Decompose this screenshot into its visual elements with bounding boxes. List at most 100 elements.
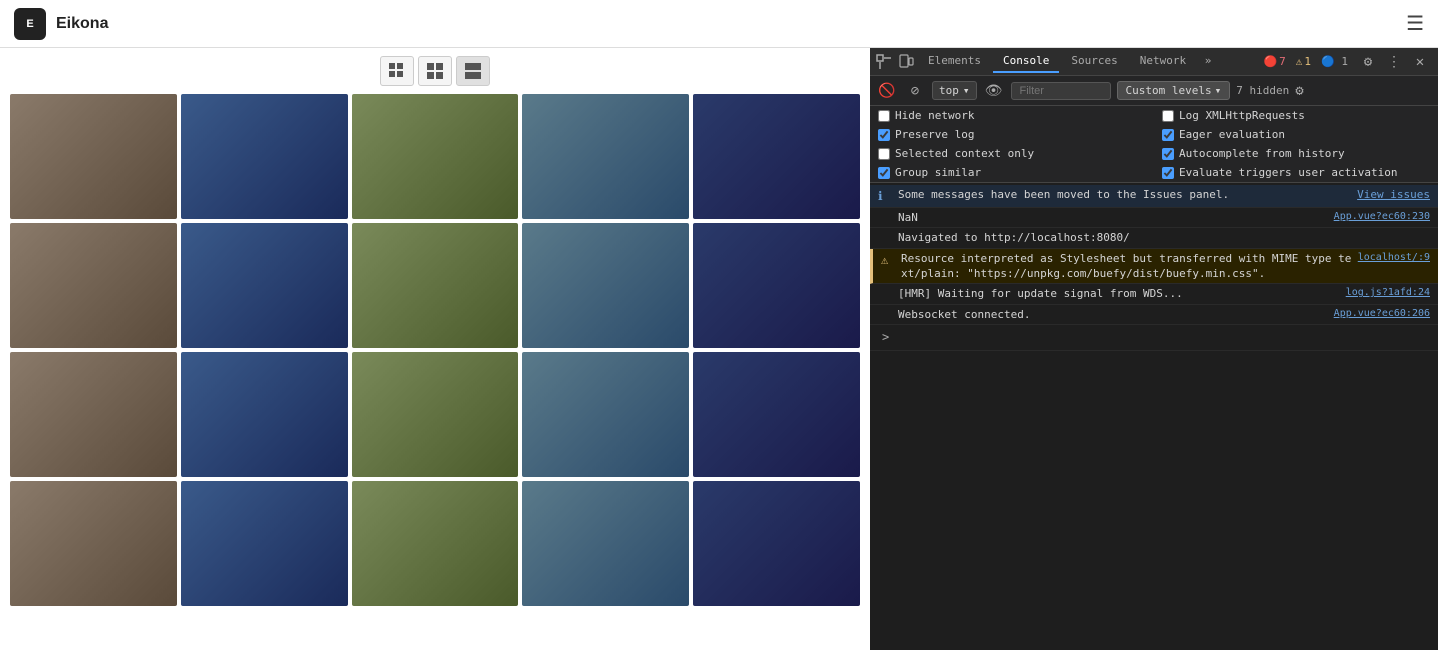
hamburger-button[interactable]: ☰ — [1406, 11, 1424, 36]
grid-small-button[interactable] — [380, 56, 414, 86]
ws-line-text: Websocket connected. — [898, 307, 1328, 322]
hmr-line-source[interactable]: log.js?1afd:24 — [1346, 286, 1430, 300]
photo-item[interactable] — [10, 352, 177, 477]
device-icon[interactable] — [896, 52, 916, 72]
log-xmlhttprequests-checkbox[interactable] — [1162, 110, 1174, 122]
info-badge[interactable]: 🔵 1 — [1317, 55, 1352, 68]
console-line-ws: Websocket connected. App.vue?ec60:206 — [870, 305, 1438, 325]
hide-network-checkbox[interactable] — [878, 110, 890, 122]
ws-line-source[interactable]: App.vue?ec60:206 — [1334, 307, 1430, 321]
clear-console-button[interactable]: 🚫 — [876, 80, 898, 102]
console-line-info: ℹ Some messages have been moved to the I… — [870, 185, 1438, 208]
filter-icon[interactable]: ⊘ — [904, 80, 926, 102]
console-line-nav: Navigated to http://localhost:8080/ — [870, 228, 1438, 248]
checkbox-preserve-log: Preserve log — [870, 125, 1154, 144]
photo-item[interactable] — [522, 481, 689, 606]
warn-icon: ⚠ — [1296, 55, 1303, 68]
app-logo: E — [14, 8, 46, 40]
photo-grid — [10, 94, 860, 606]
console-prompt-line: > — [870, 325, 1438, 351]
photo-item[interactable] — [10, 481, 177, 606]
photo-item[interactable] — [352, 94, 519, 219]
photo-item[interactable] — [522, 223, 689, 348]
warn-line-icon: ⚠ — [881, 252, 895, 269]
app-header: E Eikona ☰ — [0, 0, 1438, 48]
inspect-icon[interactable] — [874, 52, 894, 72]
warn-line-text: Resource interpreted as Stylesheet but t… — [901, 251, 1352, 282]
more-tabs-icon[interactable]: » — [1198, 54, 1218, 70]
hide-network-label[interactable]: Hide network — [895, 109, 974, 122]
evaluate-triggers-checkbox[interactable] — [1162, 167, 1174, 179]
grid-medium-button[interactable] — [418, 56, 452, 86]
custom-levels-arrow-icon: ▾ — [1215, 84, 1222, 97]
nan-line-text: NaN — [898, 210, 1328, 225]
info-count: 1 — [1341, 55, 1348, 68]
console-settings-icon[interactable]: ⚙ — [1295, 83, 1303, 99]
group-similar-checkbox[interactable] — [878, 167, 890, 179]
autocomplete-from-history-checkbox[interactable] — [1162, 148, 1174, 160]
photo-item[interactable] — [181, 481, 348, 606]
warn-badge[interactable]: ⚠ 1 — [1292, 55, 1315, 68]
checkbox-autocomplete: Autocomplete from history — [1154, 144, 1438, 163]
console-prompt-chevron[interactable]: > — [878, 327, 893, 348]
devtools-tab-bar: Elements Console Sources Network » 🔴 7 ⚠… — [870, 48, 1438, 76]
info-icon: 🔵 — [1321, 55, 1335, 68]
eager-evaluation-label[interactable]: Eager evaluation — [1179, 128, 1285, 141]
nan-line-source[interactable]: App.vue?ec60:230 — [1334, 210, 1430, 224]
photo-item[interactable] — [693, 94, 860, 219]
error-icon: 🔴 — [1263, 55, 1277, 68]
checkbox-log-xmlhttp: Log XMLHttpRequests — [1154, 106, 1438, 125]
selected-context-only-label[interactable]: Selected context only — [895, 147, 1034, 160]
warn-count: 1 — [1304, 55, 1311, 68]
logo-icon: E — [26, 18, 33, 30]
console-checkboxes: Hide network Log XMLHttpRequests Preserv… — [870, 106, 1438, 183]
eager-evaluation-checkbox[interactable] — [1162, 129, 1174, 141]
photo-item[interactable] — [181, 352, 348, 477]
photo-item[interactable] — [352, 481, 519, 606]
photo-item[interactable] — [10, 223, 177, 348]
evaluate-triggers-label[interactable]: Evaluate triggers user activation — [1179, 166, 1398, 179]
settings-gear-icon[interactable]: ⚙ — [1358, 52, 1378, 72]
eye-icon[interactable]: 👁 — [983, 80, 1005, 102]
info-line-icon: ℹ — [878, 188, 892, 205]
photo-item[interactable] — [693, 223, 860, 348]
error-badge[interactable]: 🔴 7 — [1259, 55, 1289, 68]
group-similar-label[interactable]: Group similar — [895, 166, 981, 179]
log-xmlhttprequests-label[interactable]: Log XMLHttpRequests — [1179, 109, 1305, 122]
context-selector[interactable]: top ▾ — [932, 81, 977, 100]
photo-item[interactable] — [522, 352, 689, 477]
warn-line-source[interactable]: localhost/:9 — [1358, 251, 1430, 265]
preserve-log-checkbox[interactable] — [878, 129, 890, 141]
grid-large-button[interactable] — [456, 56, 490, 86]
view-issues-link[interactable]: View issues — [1357, 187, 1430, 202]
close-icon[interactable]: ✕ — [1410, 52, 1430, 72]
custom-levels-button[interactable]: Custom levels ▾ — [1117, 81, 1231, 100]
photo-item[interactable] — [693, 481, 860, 606]
console-line-hmr: [HMR] Waiting for update signal from WDS… — [870, 284, 1438, 304]
photo-item[interactable] — [693, 352, 860, 477]
devtools-panel: Elements Console Sources Network » 🔴 7 ⚠… — [870, 48, 1438, 650]
photo-item[interactable] — [522, 94, 689, 219]
grid-controls — [10, 56, 860, 86]
checkbox-evaluate-triggers: Evaluate triggers user activation — [1154, 163, 1438, 182]
app-title: Eikona — [56, 15, 108, 33]
photo-item[interactable] — [181, 223, 348, 348]
kebab-menu-icon[interactable]: ⋮ — [1384, 52, 1404, 72]
photo-item[interactable] — [352, 352, 519, 477]
selected-context-only-checkbox[interactable] — [878, 148, 890, 160]
tab-console[interactable]: Console — [993, 50, 1059, 73]
tab-sources[interactable]: Sources — [1061, 50, 1127, 73]
context-dropdown-icon: ▾ — [963, 84, 970, 97]
filter-input[interactable] — [1011, 82, 1111, 100]
autocomplete-from-history-label[interactable]: Autocomplete from history — [1179, 147, 1345, 160]
tab-elements[interactable]: Elements — [918, 50, 991, 73]
console-line-text: Some messages have been moved to the Iss… — [898, 187, 1343, 202]
nav-line-text: Navigated to http://localhost:8080/ — [898, 230, 1430, 245]
tab-network[interactable]: Network — [1130, 50, 1196, 73]
photo-item[interactable] — [352, 223, 519, 348]
photo-item[interactable] — [10, 94, 177, 219]
photo-item[interactable] — [181, 94, 348, 219]
hidden-count: 7 hidden — [1236, 84, 1289, 97]
preserve-log-label[interactable]: Preserve log — [895, 128, 974, 141]
hmr-line-text: [HMR] Waiting for update signal from WDS… — [898, 286, 1340, 301]
